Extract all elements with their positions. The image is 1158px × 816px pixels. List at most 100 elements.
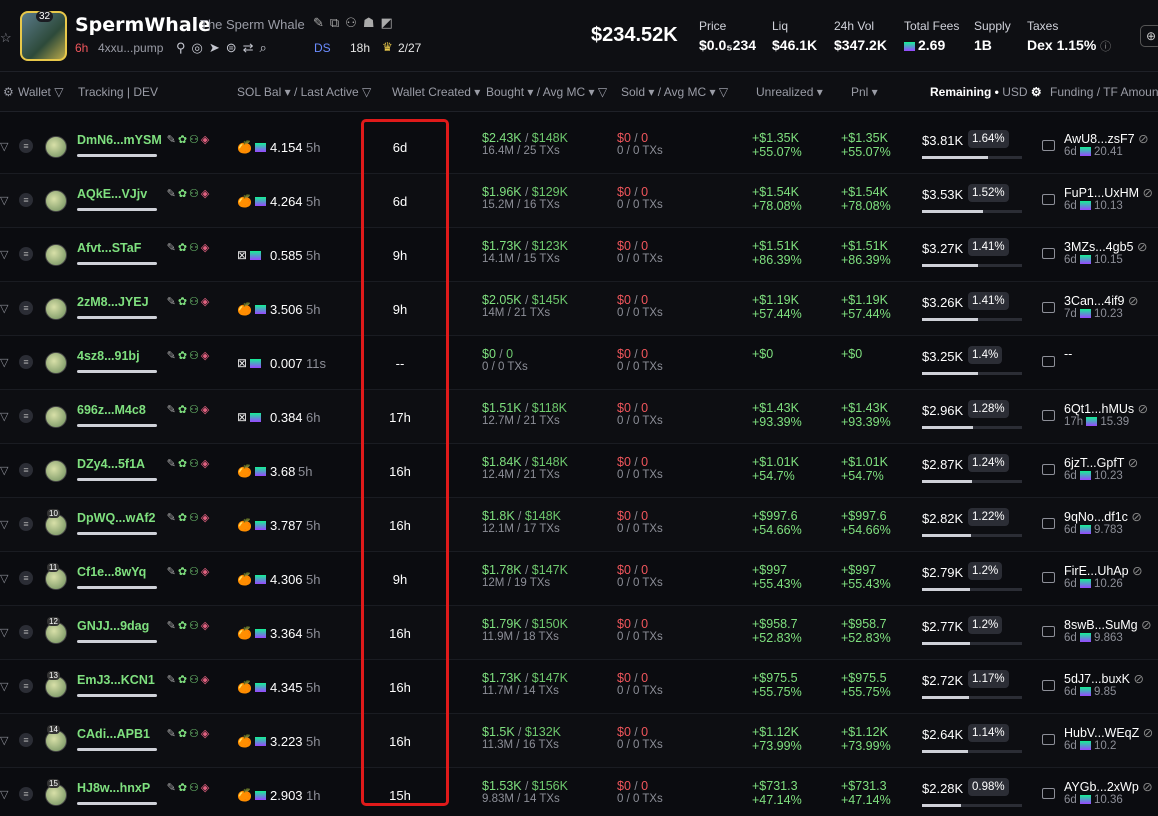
funding-cell[interactable]: 6jzT...GpfT ⊘ 6d 10.23: [1064, 455, 1138, 482]
wallet-tag-icons[interactable]: ✎✿⚇◈: [167, 781, 212, 794]
funding-icon[interactable]: [1042, 248, 1055, 259]
table-row[interactable]: ▽ ≡ 13 EmJ3...KCN1 ✎✿⚇◈ 🍊 4.345 5h 16h $…: [0, 660, 1158, 714]
wallet-name[interactable]: AQkE...VJjv: [77, 187, 147, 201]
table-row[interactable]: ▽ ≡ 15 HJ8w...hnxP ✎✿⚇◈ 🍊 2.903 1h 15h $…: [0, 768, 1158, 816]
wallet-tag-icons[interactable]: ✎✿⚇◈: [167, 511, 212, 524]
wallet-tag-icons[interactable]: ✎✿⚇◈: [167, 295, 212, 308]
header-remaining[interactable]: Remaining • USD ⚙: [930, 85, 1042, 99]
filter-icon[interactable]: ▽: [0, 518, 8, 531]
table-row[interactable]: ▽ ≡ 10 DpWQ...wAf2 ✎✿⚇◈ 🍊 3.787 5h 16h $…: [0, 498, 1158, 552]
help-icon[interactable]: ⓘ: [1100, 41, 1111, 53]
table-row[interactable]: ▽ ≡ 696z...M4c8 ✎✿⚇◈ ⊠ 0.384 6h 17h $1.5…: [0, 390, 1158, 444]
filter-icon[interactable]: ▽: [0, 356, 8, 369]
wallet-name[interactable]: 4sz8...91bj: [77, 349, 140, 363]
filter-icon[interactable]: ▽: [0, 410, 8, 423]
dex-label[interactable]: DS: [314, 41, 331, 55]
wallet-tag-icons[interactable]: ✎✿⚇◈: [167, 673, 212, 686]
funding-icon[interactable]: [1042, 302, 1055, 313]
wallet-tag-icons[interactable]: ✎✿⚇◈: [167, 727, 212, 740]
funding-icon[interactable]: [1042, 788, 1055, 799]
wallet-tag-icons[interactable]: ✎✿⚇◈: [167, 349, 212, 362]
funding-icon[interactable]: [1042, 464, 1055, 475]
funding-cell[interactable]: HubV...WEqZ ⊘ 6d 10.2: [1064, 725, 1153, 752]
filter-icon[interactable]: ▽: [0, 572, 8, 585]
wallet-name[interactable]: DpWQ...wAf2: [77, 511, 155, 525]
wallet-name[interactable]: DmN6...mYSM: [77, 133, 162, 147]
funding-cell[interactable]: 3MZs...4gb5 ⊘ 6d 10.15: [1064, 239, 1147, 266]
wallet-tag-icons[interactable]: ✎✿⚇◈: [167, 565, 212, 578]
header-funding[interactable]: Funding / TF Amount: [1050, 85, 1158, 99]
filter-icon[interactable]: ▽: [0, 788, 8, 801]
eye-icon[interactable]: ≡: [19, 733, 33, 747]
wallet-tag-icons[interactable]: ✎✿⚇◈: [167, 403, 212, 416]
header-pnl[interactable]: Pnl ▾: [851, 85, 878, 99]
wallet-name[interactable]: Afvt...STaF: [77, 241, 141, 255]
funding-icon[interactable]: [1042, 734, 1055, 745]
wallet-name[interactable]: 696z...M4c8: [77, 403, 146, 417]
eye-icon[interactable]: ≡: [19, 193, 33, 207]
wallet-tag-icons[interactable]: ✎✿⚇◈: [167, 241, 212, 254]
eye-icon[interactable]: ≡: [19, 247, 33, 261]
funding-icon[interactable]: [1042, 572, 1055, 583]
header-bought[interactable]: Bought ▾ / Avg MC ▾ ▽: [486, 85, 607, 99]
filter-icon[interactable]: ▽: [0, 302, 8, 315]
funding-cell[interactable]: 5dJ7...buxK ⊘ 6d 9.85: [1064, 671, 1144, 698]
eye-icon[interactable]: ≡: [19, 409, 33, 423]
filter-icon[interactable]: ▽: [0, 194, 8, 207]
eye-icon[interactable]: ≡: [19, 571, 33, 585]
funding-cell[interactable]: 8swB...SuMg ⊘ 6d 9.863: [1064, 617, 1152, 644]
filter-icon[interactable]: ▽: [0, 734, 8, 747]
wallet-name[interactable]: DZy4...5f1A: [77, 457, 145, 471]
filter-icon[interactable]: ▽: [0, 626, 8, 639]
funding-cell[interactable]: 9qNo...df1c ⊘ 6d 9.783: [1064, 509, 1142, 536]
settings-icon[interactable]: ⚙: [3, 85, 14, 99]
wallet-name[interactable]: 2zM8...JYEJ: [77, 295, 149, 309]
wallet-name[interactable]: HJ8w...hnxP: [77, 781, 150, 795]
wallet-name[interactable]: EmJ3...KCN1: [77, 673, 155, 687]
eye-icon[interactable]: ≡: [19, 787, 33, 801]
funding-icon[interactable]: [1042, 518, 1055, 529]
header-sol-bal[interactable]: SOL Bal ▾ / Last Active ▽: [237, 85, 371, 99]
funding-cell[interactable]: --: [1064, 347, 1072, 361]
wallet-name[interactable]: CAdi...APB1: [77, 727, 150, 741]
header-wallet-created[interactable]: Wallet Created ▾: [392, 85, 480, 99]
eye-icon[interactable]: ≡: [19, 355, 33, 369]
token-action-icons[interactable]: ✎⧉⚇☗◩: [313, 15, 399, 31]
table-row[interactable]: ▽ ≡ 11 Cf1e...8wYq ✎✿⚇◈ 🍊 4.306 5h 9h $1…: [0, 552, 1158, 606]
table-row[interactable]: ▽ ≡ 4sz8...91bj ✎✿⚇◈ ⊠ 0.007 11s -- $0 /…: [0, 336, 1158, 390]
funding-icon[interactable]: [1042, 626, 1055, 637]
table-row[interactable]: ▽ ≡ AQkE...VJjv ✎✿⚇◈ 🍊 4.264 5h 6d $1.96…: [0, 174, 1158, 228]
funding-cell[interactable]: FirE...UhAp ⊘ 6d 10.26: [1064, 563, 1143, 590]
table-row[interactable]: ▽ ≡ Afvt...STaF ✎✿⚇◈ ⊠ 0.585 5h 9h $1.73…: [0, 228, 1158, 282]
funding-icon[interactable]: [1042, 140, 1055, 151]
eye-icon[interactable]: ≡: [19, 679, 33, 693]
eye-icon[interactable]: ≡: [19, 301, 33, 315]
eye-icon[interactable]: ≡: [19, 463, 33, 477]
funding-icon[interactable]: [1042, 194, 1055, 205]
wallet-tag-icons[interactable]: ✎✿⚇◈: [167, 133, 212, 146]
filter-icon[interactable]: ▽: [0, 464, 8, 477]
funding-cell[interactable]: FuP1...UxHM ⊘ 6d 10.13: [1064, 185, 1153, 212]
table-row[interactable]: ▽ ≡ 2zM8...JYEJ ✎✿⚇◈ 🍊 3.506 5h 9h $2.05…: [0, 282, 1158, 336]
funding-icon[interactable]: [1042, 356, 1055, 367]
funding-cell[interactable]: 3Can...4if9 ⊘ 7d 10.23: [1064, 293, 1138, 320]
filter-icon[interactable]: ▽: [0, 680, 8, 693]
header-unrealized[interactable]: Unrealized ▾: [756, 85, 823, 99]
funding-icon[interactable]: [1042, 680, 1055, 691]
wallet-tag-icons[interactable]: ✎✿⚇◈: [167, 457, 212, 470]
header-wallet[interactable]: Wallet ▽: [18, 85, 63, 99]
wallet-name[interactable]: Cf1e...8wYq: [77, 565, 146, 579]
header-tracking[interactable]: Tracking | DEV: [78, 85, 158, 99]
wallet-tag-icons[interactable]: ✎✿⚇◈: [167, 619, 212, 632]
quick-buy-button[interactable]: ⊕: [1140, 25, 1158, 47]
wallet-tag-icons[interactable]: ✎✿⚇◈: [167, 187, 212, 200]
wallet-name[interactable]: GNJJ...9dag: [77, 619, 149, 633]
eye-icon[interactable]: ≡: [19, 517, 33, 531]
eye-icon[interactable]: ≡: [19, 625, 33, 639]
header-sold[interactable]: Sold ▾ / Avg MC ▾ ▽: [621, 85, 728, 99]
table-row[interactable]: ▽ ≡ 12 GNJJ...9dag ✎✿⚇◈ 🍊 3.364 5h 16h $…: [0, 606, 1158, 660]
filter-icon[interactable]: ▽: [0, 140, 8, 153]
table-row[interactable]: ▽ ≡ 14 CAdi...APB1 ✎✿⚇◈ 🍊 3.223 5h 16h $…: [0, 714, 1158, 768]
table-row[interactable]: ▽ ≡ DZy4...5f1A ✎✿⚇◈ 🍊 3.68 5h 16h $1.84…: [0, 444, 1158, 498]
token-address[interactable]: 4xxu...pump: [98, 41, 163, 55]
